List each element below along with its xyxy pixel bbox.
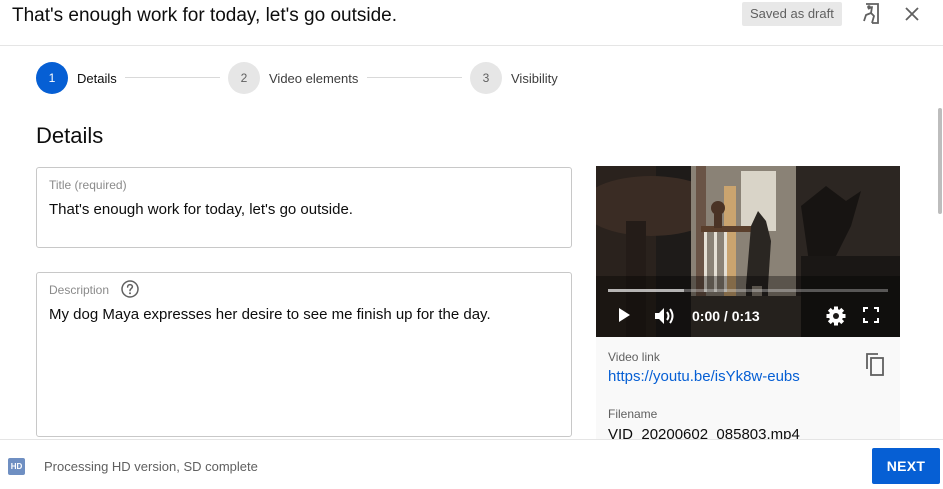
description-field[interactable]: Description My dog Maya expresses her de… — [36, 272, 572, 437]
video-link[interactable]: https://youtu.be/isYk8w-eubs — [608, 368, 800, 385]
description-field-value[interactable]: My dog Maya expresses her desire to see … — [49, 305, 559, 325]
step-video-elements[interactable]: 2 Video elements — [228, 62, 358, 94]
draft-status-badge: Saved as draft — [742, 2, 842, 26]
copy-icon — [866, 353, 884, 376]
hd-badge-icon: HD — [8, 458, 25, 475]
video-preview-card: 0:00 / 0:13 Video link https://youtu.be/… — [596, 166, 900, 446]
volume-icon — [655, 308, 674, 324]
step-label: Visibility — [511, 70, 558, 86]
help-icon — [121, 280, 139, 298]
gear-icon — [826, 306, 846, 326]
video-time-display: 0:00 / 0:13 — [692, 308, 760, 324]
next-button[interactable]: NEXT — [872, 448, 940, 484]
step-label: Video elements — [269, 70, 359, 86]
scrollbar-thumb[interactable] — [938, 108, 942, 214]
upload-stepper: 1 Details 2 Video elements 3 Visibility — [0, 46, 943, 108]
close-button[interactable] — [900, 2, 924, 26]
dialog-title: That's enough work for today, let's go o… — [12, 5, 398, 26]
video-link-label: Video link — [608, 350, 660, 364]
copy-link-button[interactable] — [862, 352, 888, 378]
upload-dialog: That's enough work for today, let's go o… — [0, 0, 943, 489]
play-button[interactable] — [616, 306, 632, 324]
step-number: 1 — [36, 62, 68, 94]
settings-button[interactable] — [826, 306, 846, 326]
title-field-label: Title (required) — [49, 178, 127, 192]
video-progress-bar[interactable] — [608, 289, 888, 292]
video-buffer-fill — [608, 289, 684, 292]
title-field[interactable]: Title (required) That's enough work for … — [36, 167, 572, 248]
step-label: Details — [77, 70, 117, 86]
step-visibility[interactable]: 3 Visibility — [470, 62, 558, 94]
feedback-icon — [863, 3, 879, 24]
mute-button[interactable] — [653, 306, 677, 326]
processing-status: Processing HD version, SD complete — [44, 459, 258, 474]
description-field-label: Description — [49, 283, 110, 297]
step-connector — [367, 77, 462, 78]
filename-label: Filename — [608, 407, 658, 421]
fullscreen-icon — [863, 307, 879, 323]
step-details[interactable]: 1 Details — [36, 62, 117, 94]
step-number: 3 — [470, 62, 502, 94]
dialog-header: That's enough work for today, let's go o… — [0, 0, 943, 46]
step-connector — [125, 77, 220, 78]
section-heading: Details — [36, 123, 104, 148]
title-field-value[interactable]: That's enough work for today, let's go o… — [49, 200, 559, 220]
feedback-button[interactable] — [859, 2, 883, 26]
step-number: 2 — [228, 62, 260, 94]
dialog-footer: HD Processing HD version, SD complete NE… — [0, 439, 943, 489]
description-help-button[interactable] — [120, 279, 140, 299]
fullscreen-button[interactable] — [862, 306, 880, 324]
close-icon — [905, 7, 919, 21]
play-icon — [619, 308, 630, 322]
video-player[interactable]: 0:00 / 0:13 — [596, 166, 900, 337]
